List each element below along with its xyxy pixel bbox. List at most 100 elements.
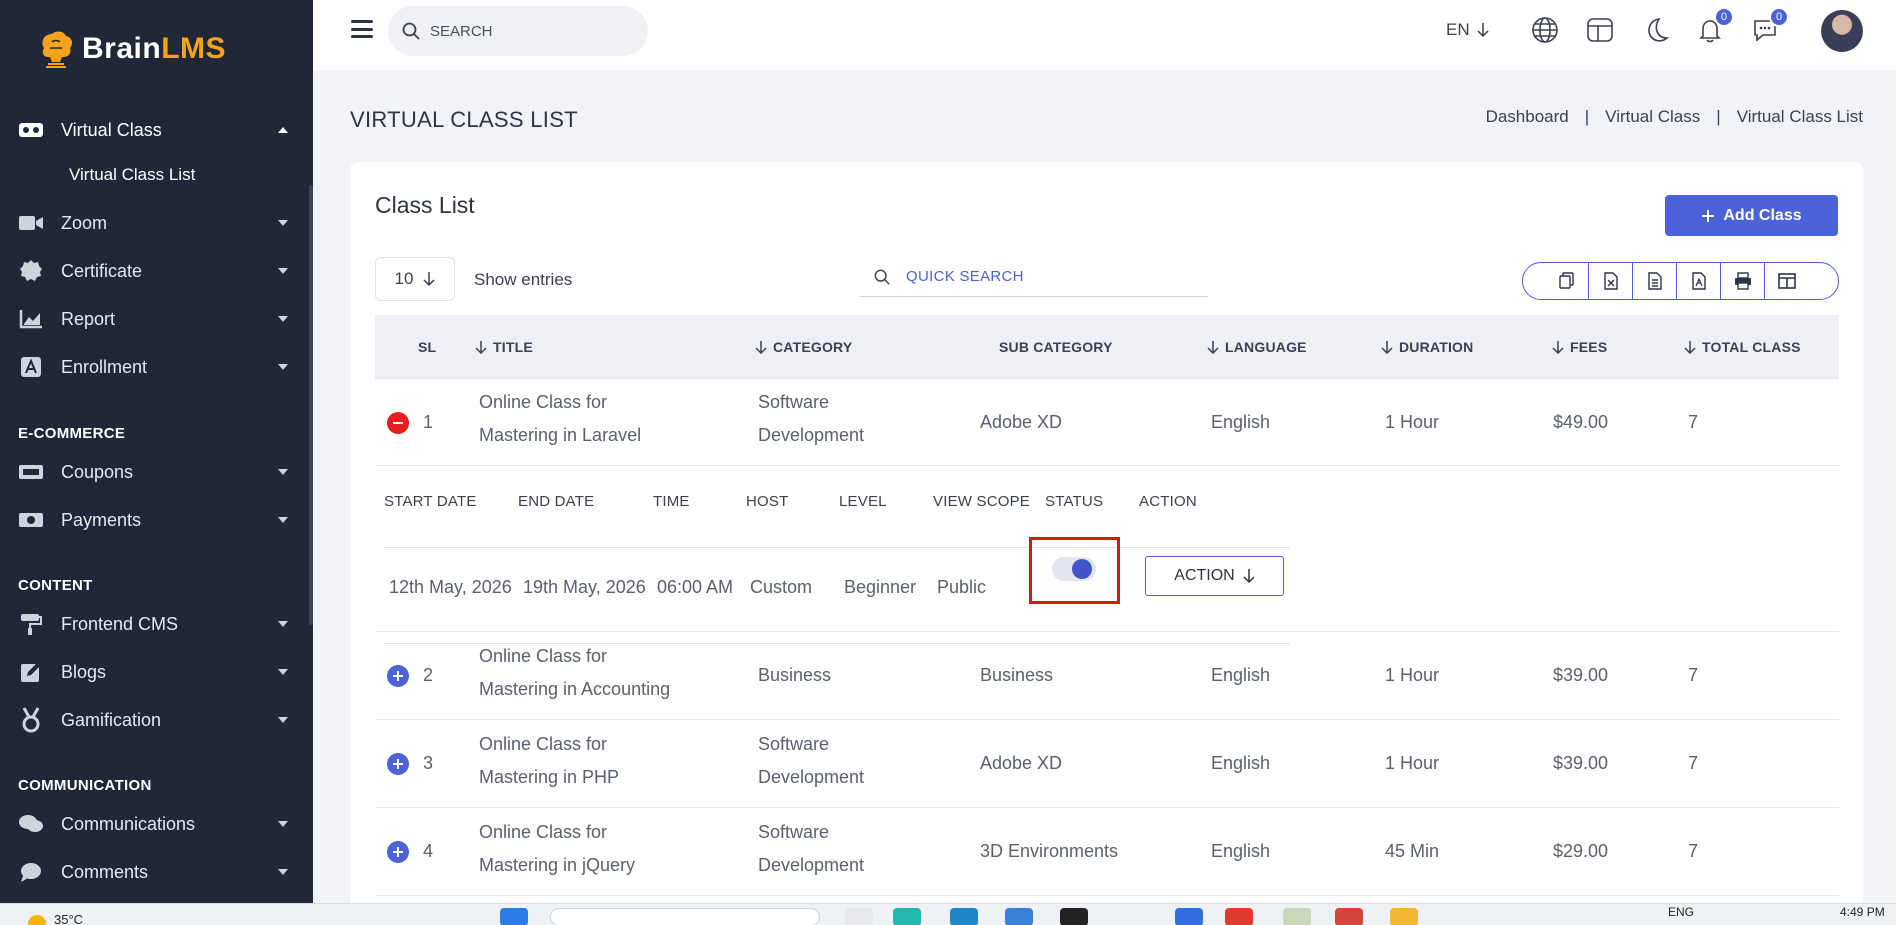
detail-level: Beginner	[844, 577, 917, 597]
notification-bell-icon[interactable]: 0	[1695, 7, 1734, 45]
quick-search-input[interactable]	[906, 268, 1186, 285]
search-icon	[402, 22, 420, 40]
action-dropdown-button[interactable]: ACTION	[1145, 556, 1284, 596]
menu-toggle-icon[interactable]	[351, 20, 373, 38]
taskbar-app-icon[interactable]	[1283, 908, 1311, 925]
row-total-class: 7	[1688, 753, 1699, 773]
table-row: 3 Online Class for Mastering in PHP Soft…	[375, 720, 1839, 808]
taskbar-language[interactable]: ENG	[1668, 905, 1694, 919]
breadcrumb-separator: |	[1716, 107, 1721, 126]
sidebar-item-payments[interactable]: Payments	[18, 505, 288, 535]
column-header-sl[interactable]: SL	[418, 339, 436, 355]
row-title-line2: Mastering in Laravel	[479, 425, 642, 445]
entries-select[interactable]: 10	[375, 257, 455, 301]
excel-export-icon[interactable]	[1589, 263, 1633, 299]
sidebar-item-label: Comments	[61, 861, 149, 882]
sidebar-item-blogs[interactable]: Blogs	[18, 657, 288, 687]
sidebar-item-comments[interactable]: Comments	[18, 857, 288, 887]
user-avatar[interactable]	[1821, 10, 1863, 52]
row-language: English	[1211, 665, 1271, 685]
column-header-duration[interactable]: DURATION	[1381, 339, 1473, 355]
sidebar-item-communications[interactable]: Communications	[18, 809, 288, 839]
global-search[interactable]	[388, 6, 648, 56]
sidebar-item-label: Communications	[61, 813, 196, 834]
sort-arrow-icon	[1207, 341, 1219, 354]
export-button-group	[1522, 262, 1839, 300]
sidebar-item-zoom[interactable]: Zoom	[18, 208, 288, 238]
search-icon	[874, 269, 890, 285]
taskbar-clock[interactable]: 4:49 PM	[1840, 905, 1885, 919]
taskbar-app-icon[interactable]	[1060, 908, 1088, 925]
search-input[interactable]	[430, 22, 630, 40]
sidebar-item-coupons[interactable]: Coupons	[18, 457, 288, 487]
sidebar-item-gamification[interactable]: Gamification	[18, 705, 288, 735]
layout-icon[interactable]	[1585, 15, 1615, 45]
globe-icon[interactable]	[1530, 15, 1560, 45]
row-category-line2: Development	[758, 767, 865, 787]
sidebar-item-label: Zoom	[61, 212, 108, 233]
row-language: English	[1211, 412, 1271, 432]
print-icon[interactable]	[1721, 263, 1765, 299]
column-visibility-icon[interactable]	[1765, 263, 1809, 299]
row-subcategory: Business	[980, 665, 1054, 685]
sidebar-item-certificate[interactable]: Certificate	[18, 256, 288, 286]
weather-widget[interactable]: 35°C	[28, 905, 83, 925]
breadcrumb-dashboard[interactable]: Dashboard	[1486, 107, 1569, 127]
column-header-sub-category[interactable]: SUB CATEGORY	[999, 339, 1113, 355]
column-header-category[interactable]: CATEGORY	[755, 339, 852, 355]
taskbar-app-icon[interactable]	[950, 908, 978, 925]
status-toggle-switch[interactable]	[1052, 557, 1096, 581]
caret-down-icon	[278, 469, 288, 475]
sidebar-item-label: Frontend CMS	[61, 613, 179, 634]
windows-start-icon[interactable]	[500, 908, 528, 925]
detail-header-start-date: START DATE	[384, 493, 477, 510]
expand-row-icon[interactable]	[387, 753, 409, 775]
row-duration: 1 Hour	[1385, 753, 1440, 773]
taskbar-app-icon[interactable]	[845, 908, 873, 925]
arrow-down-icon	[423, 272, 435, 287]
add-class-button[interactable]: Add Class	[1665, 195, 1838, 236]
quick-search[interactable]	[860, 257, 1208, 297]
detail-header-time: TIME	[653, 493, 690, 510]
pdf-export-icon[interactable]	[1677, 263, 1721, 299]
sort-arrow-icon	[755, 341, 767, 354]
certificate-badge-icon	[18, 260, 44, 282]
dark-mode-moon-icon[interactable]	[1640, 15, 1670, 45]
copy-icon[interactable]	[1545, 263, 1589, 299]
sidebar-scrollbar[interactable]	[309, 185, 313, 625]
row-subcategory: Adobe XD	[980, 753, 1063, 773]
column-header-fees[interactable]: FEES	[1552, 339, 1607, 355]
breadcrumb-virtual-class[interactable]: Virtual Class	[1605, 107, 1700, 127]
section-ecommerce: E-COMMERCE	[18, 425, 126, 442]
sidebar-item-virtual-class[interactable]: Virtual Class	[18, 115, 288, 145]
taskbar-app-icon[interactable]	[1005, 908, 1033, 925]
expand-row-icon[interactable]	[387, 665, 409, 687]
arrow-down-icon	[1477, 23, 1489, 38]
taskbar-app-icon[interactable]	[1335, 908, 1363, 925]
os-taskbar: 35°C ENG 4:49 PM	[0, 903, 1896, 925]
expand-row-icon[interactable]	[387, 841, 409, 863]
sidebar-subitem-virtual-class-list[interactable]: Virtual Class List	[69, 165, 195, 185]
column-header-title[interactable]: TITLE	[475, 339, 533, 355]
messages-chat-icon[interactable]: 0	[1750, 7, 1789, 45]
caret-down-icon	[278, 364, 288, 370]
language-selector[interactable]: EN	[1446, 20, 1490, 40]
taskbar-search-box[interactable]	[550, 908, 820, 925]
row-category-line1: Software	[758, 392, 830, 412]
notification-count-badge: 0	[1714, 7, 1734, 27]
taskbar-app-icon[interactable]	[893, 908, 921, 925]
collapse-row-icon[interactable]	[387, 412, 409, 434]
csv-export-icon[interactable]	[1633, 263, 1677, 299]
sidebar-item-frontend-cms[interactable]: Frontend CMS	[18, 609, 288, 639]
taskbar-app-icon[interactable]	[1390, 908, 1418, 925]
brand-logo[interactable]: BrainLMS	[36, 28, 226, 70]
caret-down-icon	[278, 621, 288, 627]
taskbar-app-icon[interactable]	[1175, 908, 1203, 925]
sidebar-item-enrollment[interactable]: Enrollment	[18, 352, 288, 382]
caret-down-icon	[278, 517, 288, 523]
column-header-total-class[interactable]: TOTAL CLASS	[1684, 339, 1801, 355]
taskbar-app-icon[interactable]	[1225, 908, 1253, 925]
sidebar-item-report[interactable]: Report	[18, 304, 288, 334]
sidebar-item-label: Virtual Class	[61, 119, 162, 140]
column-header-language[interactable]: LANGUAGE	[1207, 339, 1307, 355]
